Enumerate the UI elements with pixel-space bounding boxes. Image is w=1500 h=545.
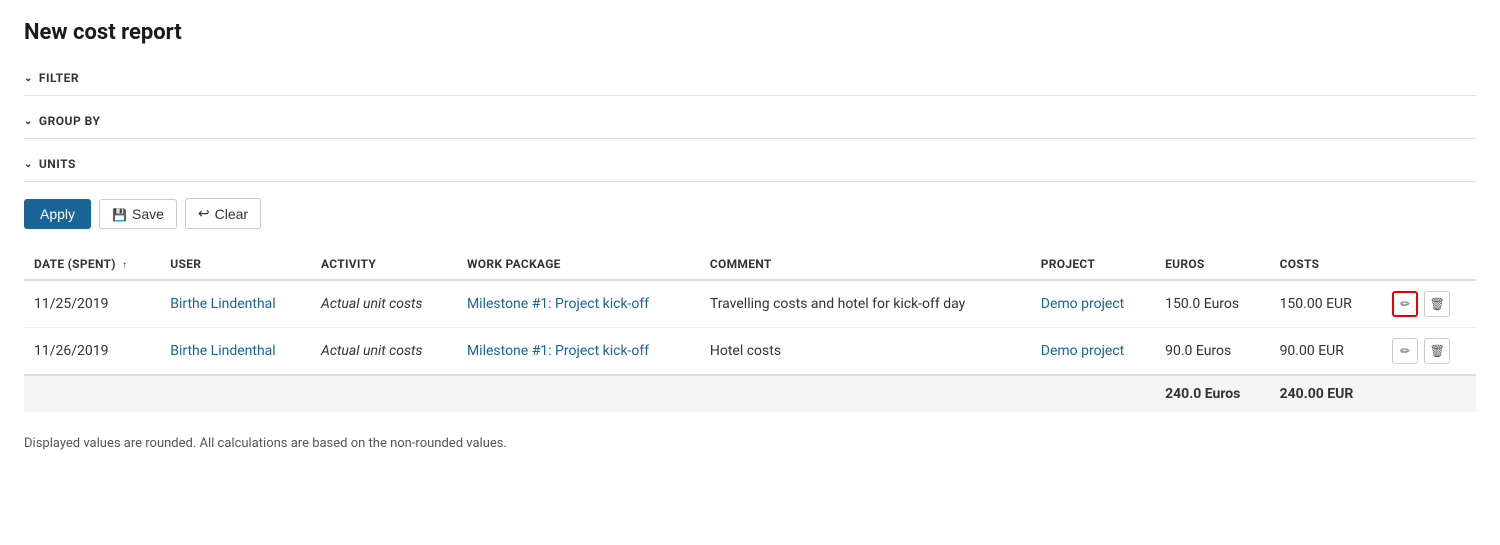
- filter-section-header[interactable]: ⌄ FILTER: [24, 61, 1476, 96]
- footer-costs: 240.00 EUR: [1270, 375, 1383, 412]
- cell-project: Demo project: [1031, 328, 1155, 376]
- group-by-chevron-icon: ⌄: [24, 116, 33, 127]
- cell-actions: [1382, 280, 1476, 328]
- cell-project: Demo project: [1031, 280, 1155, 328]
- units-chevron-icon: ⌄: [24, 159, 33, 170]
- col-header-work-package: WORK PACKAGE: [457, 249, 700, 280]
- footer-note: Displayed values are rounded. All calcul…: [24, 436, 1476, 451]
- trash-icon: [1430, 297, 1445, 312]
- clear-button[interactable]: Clear: [185, 198, 261, 229]
- cell-work-package: Milestone #1: Project kick-off: [457, 328, 700, 376]
- filter-chevron-icon: ⌄: [24, 73, 33, 84]
- table-row: 11/26/2019Birthe LindenthalActual unit c…: [24, 328, 1476, 376]
- col-header-date[interactable]: DATE (SPENT) ↑: [24, 249, 160, 280]
- table-header-row: DATE (SPENT) ↑ USER ACTIVITY WORK PACKAG…: [24, 249, 1476, 280]
- cell-euros: 150.0 Euros: [1155, 280, 1269, 328]
- cell-comment: Hotel costs: [700, 328, 1031, 376]
- cell-activity: Actual unit costs: [311, 280, 457, 328]
- col-header-costs: COSTS: [1270, 249, 1383, 280]
- units-section-header[interactable]: ⌄ UNITS: [24, 147, 1476, 182]
- col-header-user: USER: [160, 249, 311, 280]
- footer-euros: 240.0 Euros: [1155, 375, 1269, 412]
- cell-user: Birthe Lindenthal: [160, 328, 311, 376]
- edit-button[interactable]: [1392, 291, 1418, 317]
- undo-icon: [198, 205, 210, 222]
- apply-button[interactable]: Apply: [24, 199, 91, 229]
- delete-button[interactable]: [1424, 291, 1450, 317]
- group-by-section-label: GROUP BY: [39, 114, 101, 128]
- col-header-project: PROJECT: [1031, 249, 1155, 280]
- table-footer-row: 240.0 Euros 240.00 EUR: [24, 375, 1476, 412]
- edit-icon: [1400, 297, 1410, 312]
- sort-arrow-icon: ↑: [122, 260, 127, 271]
- group-by-section-header[interactable]: ⌄ GROUP BY: [24, 104, 1476, 139]
- table-row: 11/25/2019Birthe LindenthalActual unit c…: [24, 280, 1476, 328]
- cost-report-table: DATE (SPENT) ↑ USER ACTIVITY WORK PACKAG…: [24, 249, 1476, 412]
- cell-date: 11/26/2019: [24, 328, 160, 376]
- cell-work-package: Milestone #1: Project kick-off: [457, 280, 700, 328]
- cell-comment: Travelling costs and hotel for kick-off …: [700, 280, 1031, 328]
- delete-button[interactable]: [1424, 338, 1450, 364]
- col-header-actions: [1382, 249, 1476, 280]
- filter-section-label: FILTER: [39, 71, 79, 85]
- save-button[interactable]: Save: [99, 199, 177, 229]
- cell-activity: Actual unit costs: [311, 328, 457, 376]
- save-icon: [112, 206, 127, 222]
- col-header-activity: ACTIVITY: [311, 249, 457, 280]
- col-header-comment: COMMENT: [700, 249, 1031, 280]
- edit-icon: [1400, 344, 1410, 359]
- cell-date: 11/25/2019: [24, 280, 160, 328]
- col-header-euros: EUROS: [1155, 249, 1269, 280]
- units-section-label: UNITS: [39, 157, 76, 171]
- trash-icon: [1430, 344, 1445, 359]
- page-title: New cost report: [24, 20, 1476, 45]
- cell-user: Birthe Lindenthal: [160, 280, 311, 328]
- edit-button[interactable]: [1392, 338, 1418, 364]
- cell-euros: 90.0 Euros: [1155, 328, 1269, 376]
- cell-costs: 90.00 EUR: [1270, 328, 1383, 376]
- cell-costs: 150.00 EUR: [1270, 280, 1383, 328]
- cell-actions: [1382, 328, 1476, 376]
- toolbar: Apply Save Clear: [24, 182, 1476, 245]
